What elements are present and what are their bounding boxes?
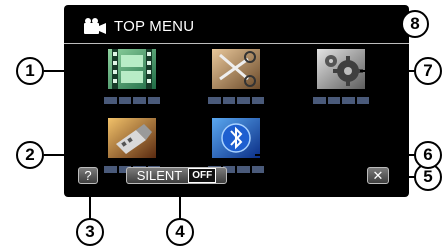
callout-4: 4	[166, 218, 194, 246]
tile-playback[interactable]	[104, 49, 160, 105]
silent-state-badge: OFF	[188, 168, 217, 183]
tile-edit[interactable]	[208, 49, 264, 105]
usb-connection-icon	[108, 118, 156, 158]
callout-1: 1	[16, 57, 44, 85]
menu-title: TOP MENU	[114, 17, 195, 35]
menu-title-bar: TOP MENU	[84, 13, 194, 39]
video-camera-icon	[84, 18, 106, 34]
help-label: ?	[84, 168, 92, 183]
callout-3: 3	[76, 218, 104, 246]
film-strip-icon	[108, 49, 156, 89]
settings-gears-icon	[317, 49, 365, 89]
help-button[interactable]: ?	[78, 167, 98, 184]
callout-2: 2	[16, 141, 44, 169]
close-button[interactable]: ✕	[367, 167, 389, 184]
callout-leader-1	[44, 70, 108, 72]
close-icon: ✕	[372, 167, 384, 183]
callout-leader-5	[389, 176, 415, 178]
callout-leader-6	[255, 154, 415, 156]
silent-mode-button[interactable]: SILENT OFF	[126, 167, 227, 184]
tile-connection[interactable]	[104, 118, 160, 174]
callout-leader-2	[44, 154, 108, 156]
callout-6: 6	[414, 141, 442, 169]
edit-scissors-icon	[212, 49, 260, 89]
tile-label-placeholder	[313, 97, 369, 104]
tile-bluetooth[interactable]	[208, 118, 264, 174]
tile-label-placeholder	[104, 97, 160, 104]
tile-label-placeholder	[208, 97, 264, 104]
menu-screen: TOP MENU ? SILENT OFF ✕	[64, 5, 409, 197]
silent-label: SILENT	[136, 168, 183, 183]
callout-7: 7	[414, 57, 442, 85]
bluetooth-icon	[212, 118, 260, 158]
callout-leader-7	[360, 70, 415, 72]
title-divider	[64, 43, 409, 44]
callout-8: 8	[401, 10, 429, 38]
tile-settings[interactable]	[313, 49, 369, 105]
